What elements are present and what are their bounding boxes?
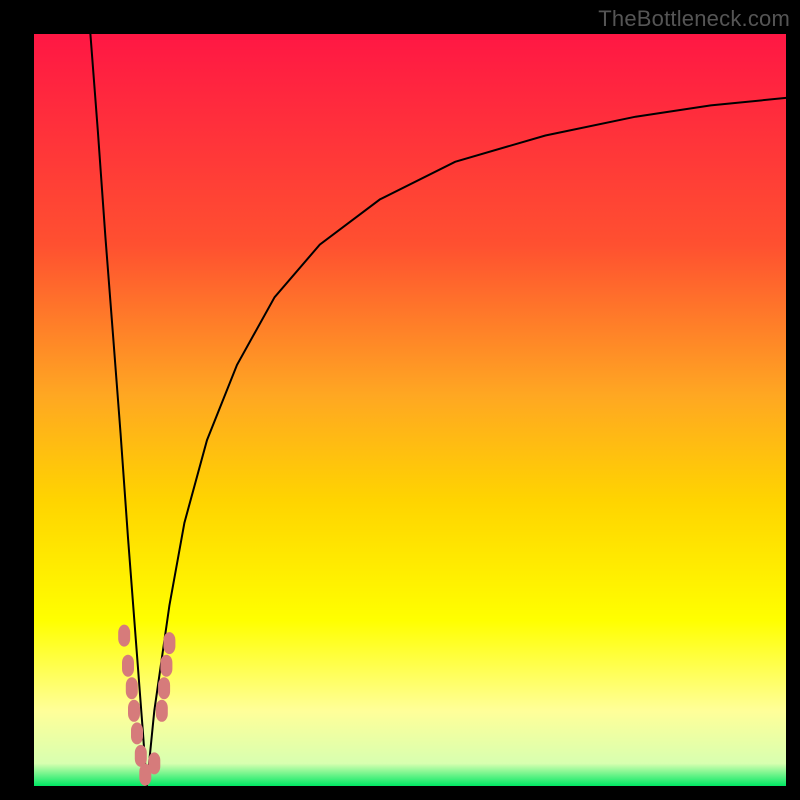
chart-frame: TheBottleneck.com [0, 0, 800, 800]
marker-point [135, 745, 147, 767]
marker-point [126, 677, 138, 699]
marker-point [148, 752, 160, 774]
marker-point [163, 632, 175, 654]
marker-point [156, 700, 168, 722]
marker-point [128, 700, 140, 722]
marker-point [122, 655, 134, 677]
plot-area [34, 34, 786, 786]
gradient-background [34, 34, 786, 786]
marker-point [118, 625, 130, 647]
plot-svg [34, 34, 786, 786]
marker-point [160, 655, 172, 677]
watermark-text: TheBottleneck.com [598, 6, 790, 32]
marker-point [131, 722, 143, 744]
marker-point [158, 677, 170, 699]
